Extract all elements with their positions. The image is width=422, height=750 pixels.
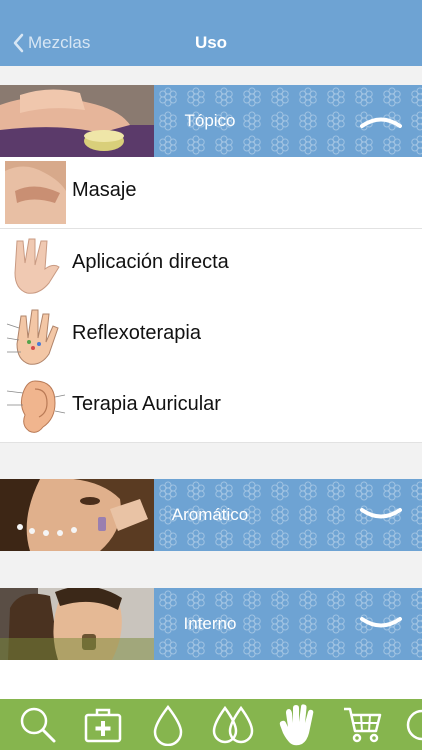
drop-icon — [153, 704, 183, 746]
masaje-image — [5, 161, 66, 224]
list-item-aplicacion-directa[interactable]: Aplicación directa — [0, 229, 422, 301]
section-header-topico[interactable]: Tópico — [0, 85, 422, 157]
chevron-down-icon — [360, 617, 402, 628]
list-item-label: Masaje — [72, 179, 137, 201]
tab-search[interactable] — [13, 699, 63, 750]
content-bottom-spacer — [0, 660, 422, 699]
aromatico-image — [0, 479, 154, 551]
drops-icon — [212, 705, 254, 743]
section-spacer — [0, 66, 422, 85]
section-spacer — [0, 551, 422, 588]
chevron-down-icon — [360, 508, 402, 519]
aplicacion-directa-image — [5, 233, 66, 296]
list-item-reflexoterapia[interactable]: Reflexoterapia — [0, 300, 422, 372]
more-icon — [406, 709, 422, 740]
tab-hand[interactable] — [273, 699, 323, 750]
interno-image — [0, 588, 154, 660]
topico-image — [0, 85, 154, 157]
reflexoterapia-image — [5, 304, 66, 367]
section-header-aromatico[interactable]: Aromático — [0, 479, 422, 551]
section-label: Aromático — [171, 505, 249, 524]
list-item-label: Aplicación directa — [72, 251, 229, 273]
section-spacer — [0, 443, 422, 479]
tab-more[interactable] — [398, 699, 422, 750]
section-label: Interno — [183, 614, 237, 633]
tab-cart[interactable] — [338, 699, 388, 750]
tab-drop[interactable] — [143, 699, 193, 750]
tab-bar — [0, 699, 422, 750]
tab-drops[interactable] — [208, 699, 258, 750]
navigation-bar: Mezclas Uso — [0, 0, 422, 66]
chevron-up-icon — [360, 117, 402, 128]
list-item-label: Reflexoterapia — [72, 322, 201, 344]
list-item-label: Terapia Auricular — [72, 393, 221, 415]
page-title: Uso — [194, 33, 228, 52]
list-item-terapia-auricular[interactable]: Terapia Auricular — [0, 371, 422, 443]
cart-icon — [344, 707, 382, 742]
section-label: Tópico — [184, 111, 236, 130]
list-item-masaje[interactable]: Masaje — [0, 157, 422, 229]
section-header-interno[interactable]: Interno — [0, 588, 422, 660]
search-icon — [20, 707, 56, 742]
first-aid-icon — [84, 708, 122, 742]
terapia-auricular-image — [5, 375, 66, 438]
tab-first-aid[interactable] — [78, 699, 128, 750]
hand-icon — [279, 703, 314, 745]
